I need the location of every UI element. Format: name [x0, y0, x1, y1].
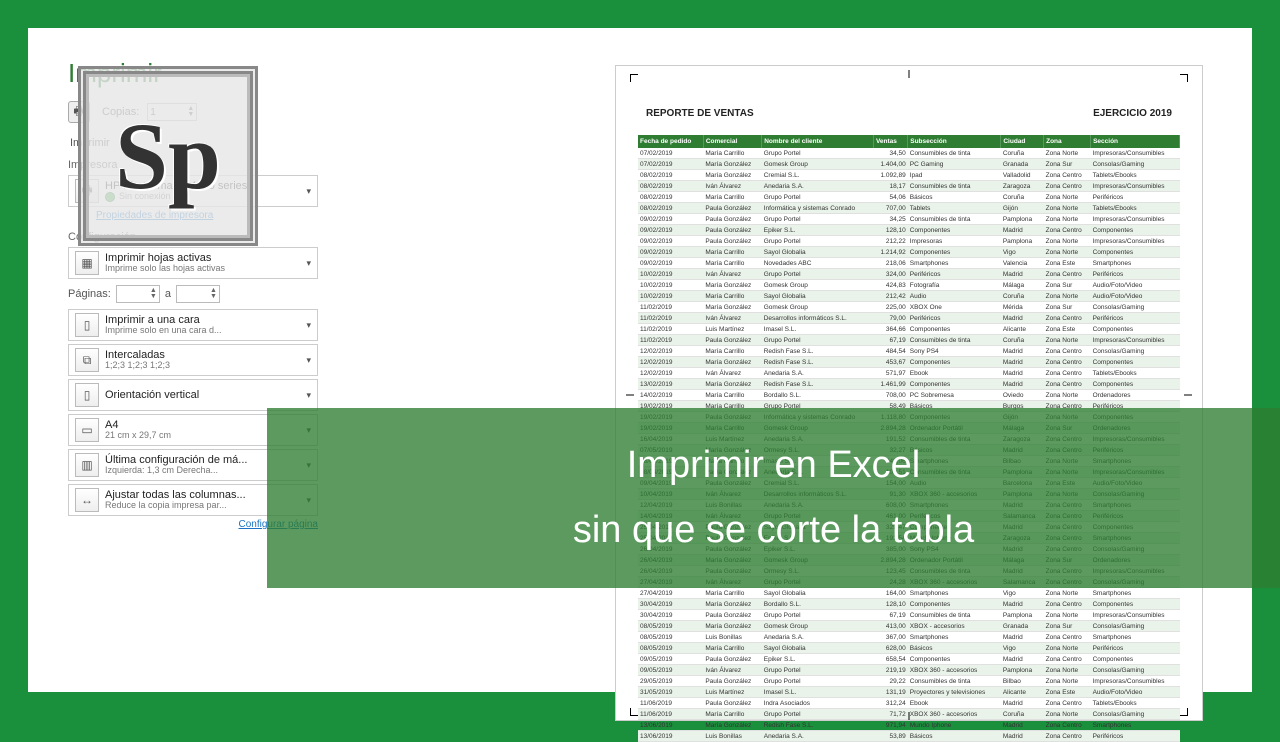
- table-cell: Madrid: [1001, 731, 1044, 742]
- orientation-icon: ▯: [75, 383, 99, 407]
- orientation-selector[interactable]: ▯ Orientación vertical ▾: [68, 379, 318, 411]
- collation-selector[interactable]: ⧉ Intercaladas1;2;3 1;2;3 1;2;3 ▾: [68, 344, 318, 376]
- chevron-down-icon: ▾: [306, 258, 311, 269]
- table-cell: 53,89: [873, 731, 907, 742]
- canvas-panel: Imprimir 🖶 Copias: 1 ▲▼ Imprimir Impreso…: [28, 28, 1252, 692]
- fit-columns-icon: ↔: [75, 488, 99, 512]
- table-row: 13/06/2019Luis BonillasAnedaria S.A.53,8…: [638, 731, 1180, 742]
- duplex-selector[interactable]: ▯ Imprimir a una caraImprime solo en una…: [68, 309, 318, 341]
- page-from-spinner[interactable]: ▲▼: [116, 285, 160, 303]
- pages-range-row: Páginas: ▲▼ a ▲▼: [68, 285, 318, 303]
- table-cell: Periféricos: [1091, 731, 1180, 742]
- table-row: 13/06/2019María GonzálezRedish Fase S.L.…: [638, 720, 1180, 731]
- table-cell: María González: [703, 720, 761, 731]
- table-cell: Smartphones: [1091, 720, 1180, 731]
- table-cell: Redish Fase S.L.: [762, 720, 874, 731]
- table-cell: 971,94: [873, 720, 907, 731]
- overlay-line1: Imprimir en Excel: [627, 444, 921, 487]
- table-cell: Zona Centro: [1044, 720, 1091, 731]
- table-cell: Mundo Iphone: [908, 720, 1001, 731]
- table-cell: 13/06/2019: [638, 731, 703, 742]
- collate-icon: ⧉: [75, 348, 99, 372]
- overlay-line2: sin que se corte la tabla: [573, 509, 974, 552]
- table-cell: Madrid: [1001, 720, 1044, 731]
- preview-sheet: REPORTE DE VENTAS EJERCICIO 2019 Fecha d…: [634, 78, 1184, 712]
- table-cell: 13/06/2019: [638, 720, 703, 731]
- chevron-down-icon: ▾: [306, 355, 311, 366]
- margins-icon: ▥: [75, 453, 99, 477]
- table-cell: Básicos: [908, 731, 1001, 742]
- print-preview: REPORTE DE VENTAS EJERCICIO 2019 Fecha d…: [616, 66, 1202, 720]
- sp-logo: Sp: [78, 66, 258, 246]
- crop-marks: [634, 78, 1184, 712]
- paper-icon: ▭: [75, 418, 99, 442]
- chevron-down-icon: ▾: [306, 320, 311, 331]
- page-to-spinner[interactable]: ▲▼: [176, 285, 220, 303]
- print-what-selector[interactable]: ▦ Imprimir hojas activasImprime solo las…: [68, 247, 318, 279]
- table-cell: Zona Centro: [1044, 731, 1091, 742]
- table-cell: Anedaria S.A.: [762, 731, 874, 742]
- chevron-down-icon: ▾: [306, 186, 311, 197]
- title-overlay: Imprimir en Excel sin que se corte la ta…: [267, 408, 1280, 588]
- table-cell: Luis Bonillas: [703, 731, 761, 742]
- chevron-down-icon: ▾: [306, 390, 311, 401]
- sheets-icon: ▦: [75, 251, 99, 275]
- page-icon: ▯: [75, 313, 99, 337]
